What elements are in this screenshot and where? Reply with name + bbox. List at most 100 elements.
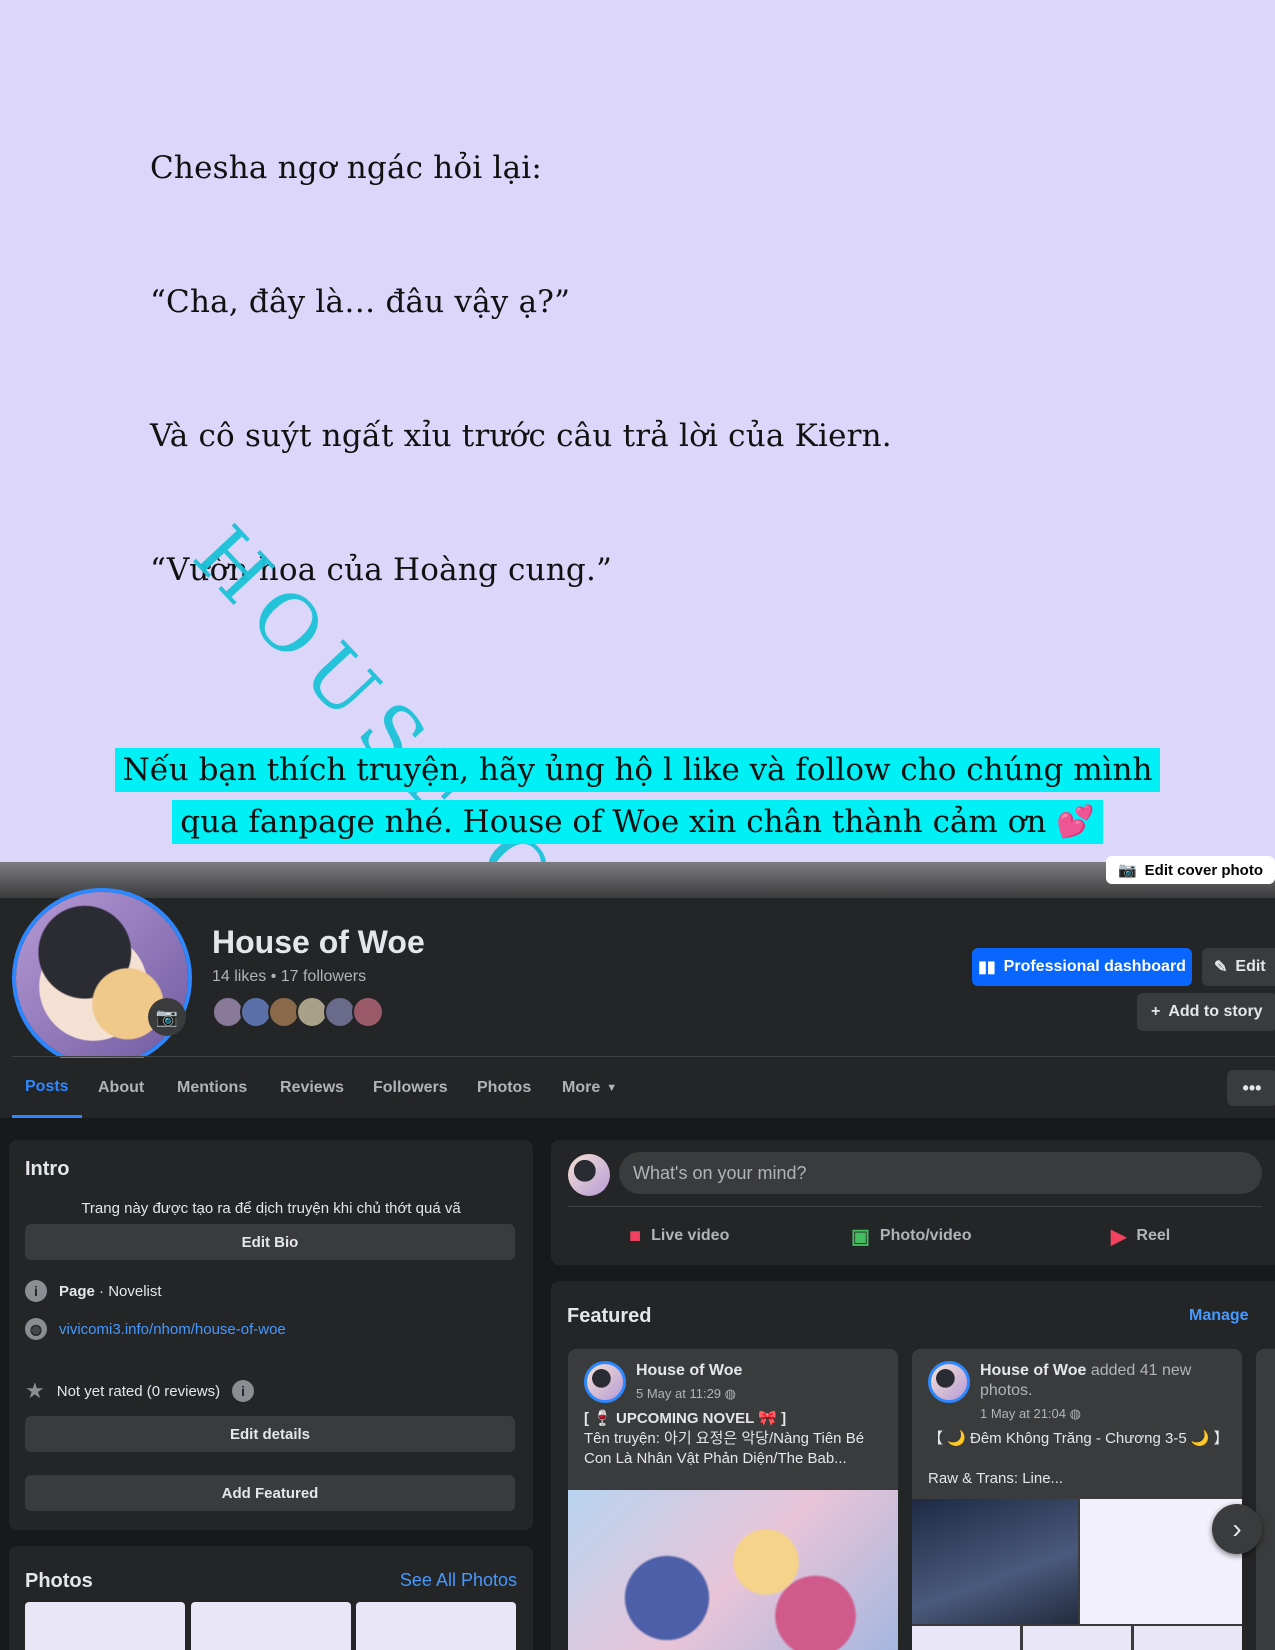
photo-icon: ▣ [851, 1225, 870, 1248]
manage-link[interactable]: Manage [1189, 1307, 1249, 1325]
plus-icon: + [1151, 1003, 1161, 1020]
globe-icon: ◍ [1069, 1406, 1081, 1421]
composer-divider [568, 1206, 1262, 1207]
tab-more[interactable]: More ▼ [562, 1058, 617, 1118]
promo-line-1: Nếu bạn thích truyện, hãy ủng hộ l like … [0, 748, 1275, 792]
post-time[interactable]: 5 May at 11:29 ◍ [636, 1386, 736, 1402]
intro-bio: Trang này được tạo ra để dịch truyện khi… [81, 1200, 461, 1217]
tab-posts[interactable]: Posts [12, 1058, 82, 1118]
profile-avatar[interactable] [12, 888, 192, 1068]
add-to-story-button[interactable]: + Add to story [1137, 993, 1275, 1031]
comic-panel: Chesha ngơ ngác hỏi lại: “Cha, đây là… đ… [0, 0, 1275, 862]
caret-down-icon: ▼ [606, 1082, 618, 1094]
follower-avatars [212, 996, 384, 1028]
rating-row: ★ Not yet rated (0 reviews) i [25, 1378, 255, 1404]
comic-line-1: Chesha ngơ ngác hỏi lại: [150, 150, 543, 186]
post-image[interactable] [912, 1626, 1020, 1650]
avatar[interactable] [584, 1361, 626, 1403]
edit-bio-button[interactable]: Edit Bio [25, 1224, 515, 1260]
globe-icon: ◍ [724, 1386, 737, 1401]
live-video-button[interactable]: ■ Live video [629, 1216, 729, 1256]
globe-icon: ◍ [25, 1318, 47, 1340]
post-composer: What's on your mind? ■ Live video ▣ Phot… [551, 1140, 1275, 1265]
post-author[interactable]: House of Woe [636, 1361, 886, 1381]
professional-dashboard-button[interactable]: ▮▮ Professional dashboard [972, 948, 1192, 986]
video-camera-icon: ■ [629, 1224, 642, 1247]
more-options-button[interactable]: ••• [1227, 1070, 1275, 1106]
post-text-line-1: 【 🌙 Đêm Không Trăng - Chương 3-5 🌙 】 [928, 1430, 1229, 1447]
featured-post[interactable]: House of Woe added 41 new photos. 1 May … [912, 1349, 1242, 1650]
website-row: ◍ vivicomi3.info/nhom/house-of-woe [25, 1318, 286, 1340]
avatar[interactable] [568, 1154, 610, 1196]
tab-more-label: More [562, 1079, 601, 1096]
live-video-label: Live video [651, 1227, 730, 1244]
post-text-line-1: [ 🍷 UPCOMING NOVEL 🎀 ] [584, 1410, 787, 1427]
reel-button[interactable]: ▶ Reel [1111, 1216, 1170, 1256]
chart-icon: ▮▮ [978, 959, 996, 976]
tab-followers[interactable]: Followers [373, 1058, 448, 1118]
featured-post[interactable]: House of Woe 5 May at 11:29 ◍ [ 🍷 UPCOMI… [568, 1349, 898, 1650]
pencil-icon: ✎ [1214, 959, 1228, 976]
avatar-image [16, 892, 188, 1064]
post-text-line-2: Tên truyện: 아기 요정은 악당/Nàng Tiên Bé Con L… [584, 1430, 865, 1467]
edit-details-button[interactable]: Edit details [25, 1416, 515, 1452]
category-label: Page [59, 1282, 95, 1300]
facebook-page: 📷 Edit cover photo 📷 House of Woe 14 lik… [0, 856, 1275, 1650]
post-text-line-2: Raw & Trans: Line... [928, 1470, 1064, 1487]
star-icon: ★ [25, 1378, 45, 1403]
info-icon[interactable]: i [232, 1380, 255, 1402]
page-stats[interactable]: 14 likes • 17 followers [212, 968, 366, 986]
edit-cover-button[interactable]: 📷 Edit cover photo [1105, 856, 1275, 884]
intro-card: Intro Trang này được tạo ra để dịch truy… [9, 1140, 533, 1530]
intro-title: Intro [25, 1158, 70, 1180]
edit-button[interactable]: ✎ Edit [1202, 948, 1275, 986]
comic-line-3: Và cô suýt ngất xỉu trước câu trả lời củ… [150, 418, 892, 454]
reel-label: Reel [1136, 1227, 1171, 1244]
reel-icon: ▶ [1111, 1225, 1127, 1248]
edit-label: Edit [1235, 958, 1266, 975]
info-icon: i [25, 1280, 47, 1302]
photos-card: Photos See All Photos [9, 1546, 533, 1650]
post-time[interactable]: 1 May at 21:04 ◍ [980, 1406, 1081, 1422]
featured-title: Featured [567, 1305, 652, 1327]
edit-cover-label: Edit cover photo [1144, 861, 1263, 879]
comic-line-2: “Cha, đây là… đâu vậy ạ?” [150, 284, 571, 320]
category-value: · Novelist [94, 1282, 162, 1300]
post-image[interactable] [1023, 1626, 1131, 1650]
featured-post-partial[interactable] [1256, 1349, 1275, 1650]
page-title: House of Woe [212, 924, 425, 960]
featured-card: Featured Manage House of Woe 5 May at 11… [551, 1281, 1275, 1650]
see-all-photos-link[interactable]: See All Photos [400, 1570, 517, 1591]
post-author[interactable]: House of Woe added 41 new photos. [980, 1361, 1230, 1401]
post-image[interactable] [1134, 1626, 1242, 1650]
rating-text: Not yet rated (0 reviews) [56, 1382, 221, 1400]
page-tabs: Posts About Mentions Reviews Followers P… [0, 1058, 1275, 1118]
camera-icon: 📷 [1117, 862, 1137, 879]
tab-about[interactable]: About [98, 1058, 144, 1118]
photo-video-button[interactable]: ▣ Photo/video [851, 1216, 971, 1256]
photos-title: Photos [25, 1570, 93, 1592]
photo-thumbnail[interactable] [356, 1602, 516, 1650]
header-divider [12, 1056, 1275, 1057]
follower-avatar[interactable] [352, 996, 384, 1028]
photo-video-label: Photo/video [879, 1227, 972, 1244]
tab-reviews[interactable]: Reviews [280, 1058, 344, 1118]
heart-emoji: 💕 [1056, 804, 1095, 840]
add-featured-button[interactable]: Add Featured [25, 1475, 515, 1511]
professional-dashboard-label: Professional dashboard [1003, 958, 1186, 975]
add-to-story-label: Add to story [1168, 1003, 1263, 1020]
avatar[interactable] [928, 1361, 970, 1403]
post-image[interactable] [912, 1499, 1078, 1624]
cover-photo: 📷 Edit cover photo [0, 856, 1275, 898]
post-image[interactable] [568, 1490, 898, 1650]
website-link[interactable]: vivicomi3.info/nhom/house-of-woe [59, 1321, 286, 1338]
promo-line-2: qua fanpage nhé. House of Woe xin chân t… [0, 800, 1275, 844]
category-row: i Page · Novelist [25, 1280, 162, 1302]
camera-icon[interactable]: 📷 [148, 998, 186, 1036]
composer-input[interactable]: What's on your mind? [619, 1152, 1262, 1194]
tab-mentions[interactable]: Mentions [177, 1058, 247, 1118]
chevron-right-icon[interactable]: › [1212, 1504, 1262, 1554]
tab-photos[interactable]: Photos [477, 1058, 531, 1118]
photo-thumbnail[interactable] [191, 1602, 351, 1650]
photo-thumbnail[interactable] [25, 1602, 185, 1650]
